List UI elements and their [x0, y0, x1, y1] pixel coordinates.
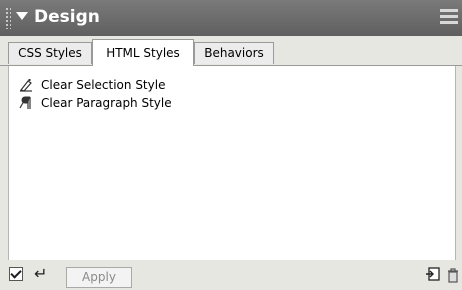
- list-item-label: Clear Selection Style: [41, 78, 166, 92]
- apply-return-arrow-icon: ↵: [34, 264, 48, 283]
- clear-selection-style-icon: [20, 79, 32, 92]
- html-styles-list[interactable]: Clear Selection Style Clear Paragraph St…: [8, 66, 456, 260]
- new-style-icon[interactable]: [426, 267, 440, 281]
- delete-style-trash-icon[interactable]: [446, 267, 460, 283]
- panel-options-menu-icon[interactable]: [440, 9, 458, 25]
- collapse-arrow-icon[interactable]: [16, 12, 28, 20]
- panel-footer: ↵ Apply: [0, 260, 462, 290]
- tab-behaviors[interactable]: Behaviors: [194, 42, 274, 64]
- auto-apply-checkbox[interactable]: [9, 267, 23, 281]
- tab-html-styles[interactable]: HTML Styles: [92, 39, 194, 66]
- tab-bar: CSS Styles HTML Styles Behaviors: [0, 36, 462, 66]
- panel-title: Design: [34, 7, 100, 27]
- design-panel: Design CSS Styles HTML Styles Behaviors …: [0, 0, 462, 290]
- list-item-label: Clear Paragraph Style: [41, 96, 172, 110]
- tab-css-styles[interactable]: CSS Styles: [8, 42, 92, 64]
- clear-paragraph-style-icon: [19, 96, 31, 109]
- panel-header[interactable]: Design: [0, 0, 462, 36]
- grip-handle-icon[interactable]: [5, 7, 11, 29]
- apply-button[interactable]: Apply: [66, 267, 132, 288]
